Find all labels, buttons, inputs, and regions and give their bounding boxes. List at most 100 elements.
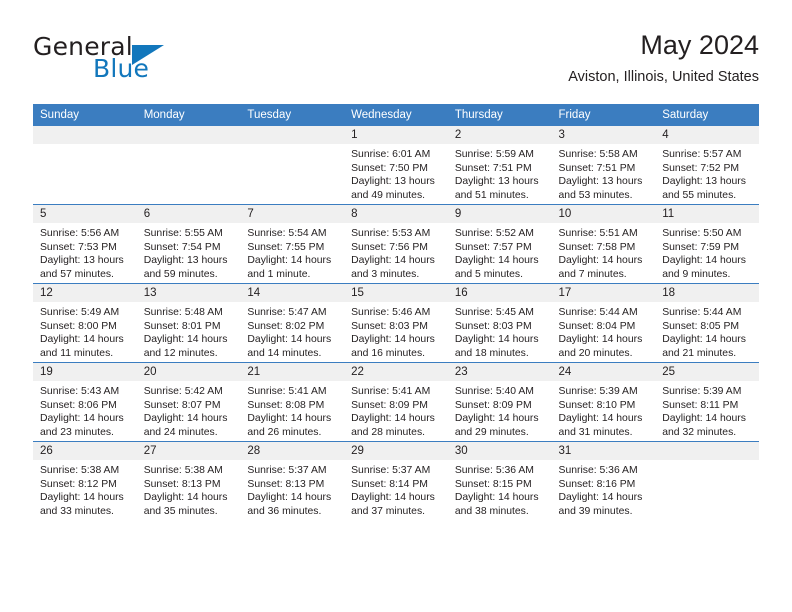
day-details: Sunrise: 5:36 AM Sunset: 8:16 PM Daylight:… [552, 460, 656, 518]
day-number: 24 [551, 363, 656, 381]
sunset-time: Sunset: 8:05 PM [662, 320, 740, 332]
calendar-week-row: 26 Sunrise: 5:38 AM Sunset: 8:12 PM Dayligh… [33, 441, 759, 520]
day-number: 6 [136, 205, 241, 223]
weekday-header-wednesday: Wednesday [344, 104, 448, 126]
daylight-duration-line1: Daylight: 14 hours [454, 492, 539, 504]
calendar-day-cell[interactable]: 1 Sunrise: 6:01 AM Sunset: 7:50 PM Daylight… [344, 126, 448, 205]
daylight-duration-line2: and 20 minutes. [558, 347, 633, 359]
calendar-day-cell[interactable]: 8 Sunrise: 5:53 AM Sunset: 7:56 PM Daylight… [344, 204, 448, 284]
day-details: Sunrise: 5:36 AM Sunset: 8:15 PM Daylight:… [448, 460, 552, 518]
calendar-header-row: Sunday Monday Tuesday Wednesday Thursday… [33, 104, 759, 126]
day-number: 14 [240, 284, 345, 302]
calendar-week-row: 19 Sunrise: 5:43 AM Sunset: 8:06 PM Dayligh… [33, 362, 759, 442]
daylight-duration-line2: and 33 minutes. [40, 505, 114, 517]
calendar-day-cell[interactable]: 3 Sunrise: 5:58 AM Sunset: 7:51 PM Daylight… [551, 126, 656, 205]
calendar-day-cell[interactable]: 28 Sunrise: 5:37 AM Sunset: 8:13 PM Dayligh… [240, 441, 345, 520]
day-number: 25 [655, 363, 759, 381]
calendar-day-cell[interactable]: 23 Sunrise: 5:40 AM Sunset: 8:09 PM Dayligh… [447, 362, 552, 442]
sunset-time: Sunset: 7:59 PM [662, 241, 740, 253]
sunrise-time: Sunrise: 5:49 AM [40, 307, 120, 318]
calendar-day-cell[interactable]: 4 Sunrise: 5:57 AM Sunset: 7:52 PM Daylight… [655, 126, 759, 205]
sunrise-time: Sunrise: 5:36 AM [454, 465, 534, 476]
calendar-day-cell[interactable]: 7 Sunrise: 5:54 AM Sunset: 7:55 PM Daylight… [240, 204, 345, 284]
calendar-day-cell[interactable]: 26 Sunrise: 5:38 AM Sunset: 8:12 PM Dayligh… [33, 441, 137, 520]
calendar-day-cell[interactable]: 2 Sunrise: 5:59 AM Sunset: 7:51 PM Daylight… [447, 126, 552, 205]
brand-word-blue: Blue [93, 54, 150, 83]
calendar-week-row: 5 Sunrise: 5:56 AM Sunset: 7:53 PM Daylight… [33, 204, 759, 284]
day-number: 5 [33, 205, 137, 223]
day-details: Sunrise: 5:44 AM Sunset: 8:04 PM Daylight:… [552, 302, 656, 360]
sunset-time: Sunset: 8:09 PM [351, 399, 428, 411]
day-number: 9 [447, 205, 552, 223]
day-details: Sunrise: 5:57 AM Sunset: 7:52 PM Daylight:… [655, 144, 759, 202]
calendar-day-cell[interactable]: 30 Sunrise: 5:36 AM Sunset: 8:15 PM Dayligh… [447, 441, 552, 520]
day-number: 4 [655, 126, 759, 144]
calendar-day-cell[interactable]: 21 Sunrise: 5:41 AM Sunset: 8:08 PM Dayligh… [240, 362, 345, 442]
daylight-duration-line2: and 9 minutes. [662, 268, 731, 280]
calendar-day-cell[interactable]: 29 Sunrise: 5:37 AM Sunset: 8:14 PM Dayligh… [344, 441, 448, 520]
daylight-duration-line1: Daylight: 14 hours [351, 492, 435, 504]
calendar-day-cell[interactable]: 14 Sunrise: 5:47 AM Sunset: 8:02 PM Dayligh… [240, 283, 345, 363]
day-details: Sunrise: 5:47 AM Sunset: 8:02 PM Daylight:… [240, 302, 344, 360]
calendar-day-cell[interactable]: 9 Sunrise: 5:52 AM Sunset: 7:57 PM Daylight… [447, 204, 552, 284]
calendar-day-cell[interactable]: 6 Sunrise: 5:55 AM Sunset: 7:54 PM Daylight… [136, 204, 241, 284]
general-blue-logo[interactable]: General Blue [33, 32, 203, 90]
sunrise-time: Sunrise: 6:01 AM [351, 149, 431, 160]
day-number: 17 [551, 284, 656, 302]
daylight-duration-line1: Daylight: 14 hours [351, 334, 435, 346]
calendar-day-cell[interactable]: 31 Sunrise: 5:36 AM Sunset: 8:16 PM Dayligh… [551, 441, 656, 520]
calendar-day-cell[interactable]: 19 Sunrise: 5:43 AM Sunset: 8:06 PM Dayligh… [33, 362, 137, 442]
sunrise-time: Sunrise: 5:41 AM [247, 386, 327, 397]
sunset-time: Sunset: 8:11 PM [662, 399, 739, 411]
daylight-duration-line1: Daylight: 14 hours [454, 334, 539, 346]
daylight-duration-line2: and 55 minutes. [662, 189, 737, 201]
calendar-day-cell[interactable]: 22 Sunrise: 5:41 AM Sunset: 8:09 PM Dayligh… [344, 362, 448, 442]
daylight-duration-line1: Daylight: 14 hours [662, 255, 746, 267]
day-details: Sunrise: 5:46 AM Sunset: 8:03 PM Daylight:… [344, 302, 448, 360]
calendar-day-cell[interactable]: 24 Sunrise: 5:39 AM Sunset: 8:10 PM Dayligh… [551, 362, 656, 442]
calendar-day-cell[interactable]: 11 Sunrise: 5:50 AM Sunset: 7:59 PM Dayligh… [655, 204, 759, 284]
day-details: Sunrise: 5:40 AM Sunset: 8:09 PM Daylight:… [448, 381, 552, 439]
daylight-duration-line2: and 26 minutes. [247, 426, 322, 438]
day-number: 1 [344, 126, 448, 144]
daylight-duration-line1: Daylight: 14 hours [143, 413, 228, 425]
sunset-time: Sunset: 8:00 PM [40, 320, 117, 332]
calendar-day-cell[interactable]: 18 Sunrise: 5:44 AM Sunset: 8:05 PM Dayligh… [655, 283, 759, 363]
sunrise-time: Sunrise: 5:51 AM [558, 228, 638, 239]
calendar-day-cell[interactable]: 10 Sunrise: 5:51 AM Sunset: 7:58 PM Dayligh… [551, 204, 656, 284]
calendar-day-cell[interactable]: 12 Sunrise: 5:49 AM Sunset: 8:00 PM Dayligh… [33, 283, 137, 363]
calendar-day-cell[interactable]: 15 Sunrise: 5:46 AM Sunset: 8:03 PM Dayligh… [344, 283, 448, 363]
sunset-time: Sunset: 8:03 PM [454, 320, 532, 332]
daylight-duration-line2: and 7 minutes. [558, 268, 627, 280]
day-details: Sunrise: 5:59 AM Sunset: 7:51 PM Daylight:… [448, 144, 552, 202]
daylight-duration-line2: and 24 minutes. [143, 426, 218, 438]
sunset-time: Sunset: 8:03 PM [351, 320, 428, 332]
sunset-time: Sunset: 8:01 PM [143, 320, 221, 332]
calendar-day-cell[interactable]: 5 Sunrise: 5:56 AM Sunset: 7:53 PM Daylight… [33, 204, 137, 284]
sunset-time: Sunset: 8:13 PM [247, 478, 325, 490]
calendar-day-cell[interactable]: 20 Sunrise: 5:42 AM Sunset: 8:07 PM Dayligh… [136, 362, 241, 442]
day-number: 26 [33, 442, 137, 460]
day-number: 20 [136, 363, 241, 381]
day-details: Sunrise: 5:48 AM Sunset: 8:01 PM Daylight:… [137, 302, 241, 360]
calendar-day-cell[interactable]: 25 Sunrise: 5:39 AM Sunset: 8:11 PM Dayligh… [655, 362, 759, 442]
day-number: 18 [655, 284, 759, 302]
day-number: 31 [551, 442, 656, 460]
sunrise-time: Sunrise: 5:45 AM [454, 307, 534, 318]
sunset-time: Sunset: 8:07 PM [143, 399, 221, 411]
daylight-duration-line1: Daylight: 14 hours [662, 413, 746, 425]
daylight-duration-line1: Daylight: 14 hours [662, 334, 746, 346]
day-number: 7 [240, 205, 345, 223]
daylight-duration-line1: Daylight: 14 hours [247, 334, 332, 346]
day-number: 23 [447, 363, 552, 381]
sunset-time: Sunset: 8:04 PM [558, 320, 636, 332]
calendar-day-cell[interactable]: 13 Sunrise: 5:48 AM Sunset: 8:01 PM Dayligh… [136, 283, 241, 363]
daylight-duration-line1: Daylight: 13 hours [40, 255, 124, 267]
daylight-duration-line2: and 32 minutes. [662, 426, 737, 438]
day-number: 11 [655, 205, 759, 223]
daylight-duration-line1: Daylight: 14 hours [40, 334, 124, 346]
calendar-day-cell[interactable]: 16 Sunrise: 5:45 AM Sunset: 8:03 PM Dayligh… [447, 283, 552, 363]
calendar-day-cell[interactable]: 27 Sunrise: 5:38 AM Sunset: 8:13 PM Dayligh… [136, 441, 241, 520]
daylight-duration-line2: and 57 minutes. [40, 268, 114, 280]
calendar-day-cell[interactable]: 17 Sunrise: 5:44 AM Sunset: 8:04 PM Dayligh… [551, 283, 656, 363]
